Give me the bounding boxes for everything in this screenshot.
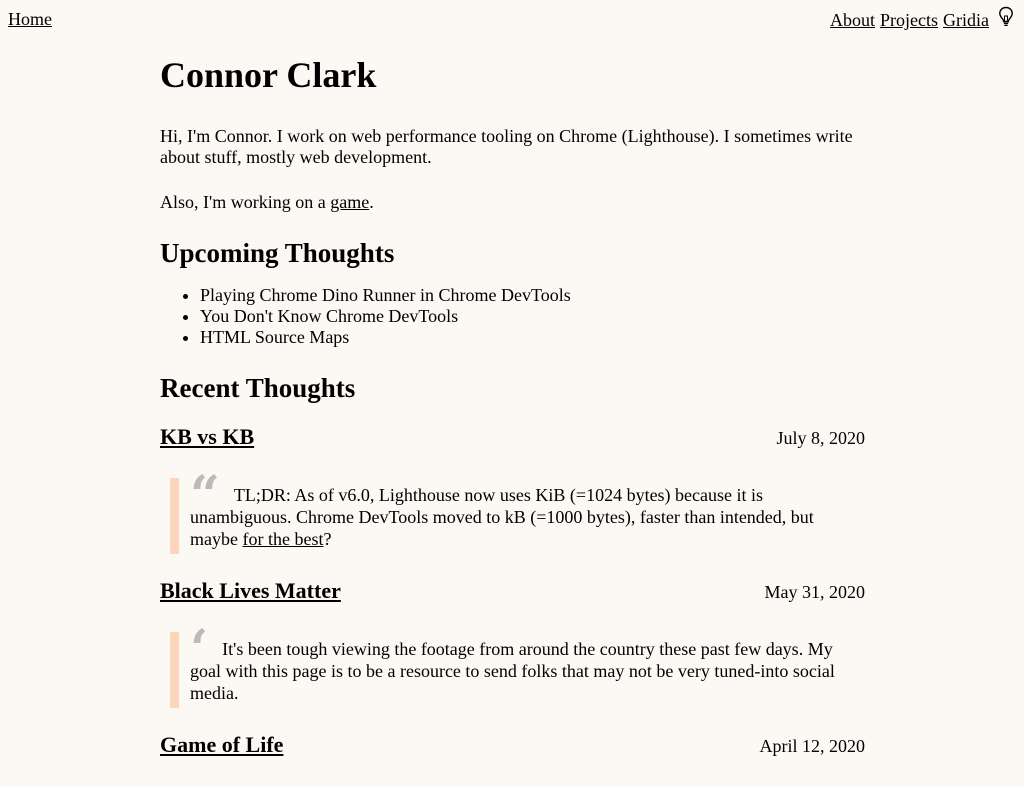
post-excerpt: “TL;DR: As of v6.0, Lighthouse now uses … bbox=[170, 470, 865, 554]
recent-heading: Recent Thoughts bbox=[160, 373, 356, 403]
list-item: HTML Source Maps bbox=[200, 327, 865, 348]
about-link[interactable]: About bbox=[830, 9, 875, 31]
post-title-link[interactable]: Game of Life bbox=[160, 732, 283, 758]
upcoming-list: Playing Chrome Dino Runner in Chrome Dev… bbox=[160, 285, 865, 348]
post-kb-vs-kb: KB vs KB July 8, 2020 “TL;DR: As of v6.0… bbox=[160, 424, 865, 554]
post-header: Game of Life April 12, 2020 bbox=[160, 732, 865, 758]
intro-text: Hi, I'm Connor. I work on web performanc… bbox=[160, 126, 853, 167]
post-black-lives-matter: Black Lives Matter May 31, 2020 ‘It's be… bbox=[160, 578, 865, 708]
post-date: April 12, 2020 bbox=[759, 736, 866, 756]
post-date: July 8, 2020 bbox=[776, 428, 865, 448]
game-link[interactable]: game bbox=[330, 192, 369, 212]
excerpt-text: It's been tough viewing the footage from… bbox=[190, 639, 835, 703]
post-header: KB vs KB July 8, 2020 bbox=[160, 424, 865, 450]
main-content: Connor Clark Hi, I'm Connor. I work on w… bbox=[160, 52, 865, 786]
game-paragraph: Also, I'm working on a game. bbox=[160, 192, 865, 213]
game-suffix: . bbox=[369, 192, 374, 212]
list-item: You Don't Know Chrome DevTools bbox=[200, 306, 865, 327]
gridia-link[interactable]: Gridia bbox=[943, 9, 989, 31]
projects-link[interactable]: Projects bbox=[880, 9, 938, 31]
upcoming-heading: Upcoming Thoughts bbox=[160, 238, 395, 268]
post-excerpt: ‘It's been tough viewing the footage fro… bbox=[170, 624, 865, 708]
post-date: May 31, 2020 bbox=[764, 582, 866, 602]
for-the-best-link[interactable]: for the best bbox=[242, 529, 323, 549]
top-navigation: Home About Projects Gridia bbox=[0, 0, 1024, 40]
right-navigation: About Projects Gridia bbox=[830, 6, 1014, 31]
page-title: Connor Clark bbox=[160, 55, 377, 95]
post-header: Black Lives Matter May 31, 2020 bbox=[160, 578, 865, 604]
post-title-link[interactable]: KB vs KB bbox=[160, 424, 254, 450]
post-title-link[interactable]: Black Lives Matter bbox=[160, 578, 341, 604]
home-link[interactable]: Home bbox=[8, 9, 52, 30]
game-prefix: Also, I'm working on a bbox=[160, 192, 331, 212]
post-game-of-life: Game of Life April 12, 2020 bbox=[160, 732, 865, 758]
lightbulb-icon[interactable] bbox=[998, 6, 1014, 26]
list-item: Playing Chrome Dino Runner in Chrome Dev… bbox=[200, 285, 865, 306]
excerpt-suffix: ? bbox=[323, 529, 332, 549]
